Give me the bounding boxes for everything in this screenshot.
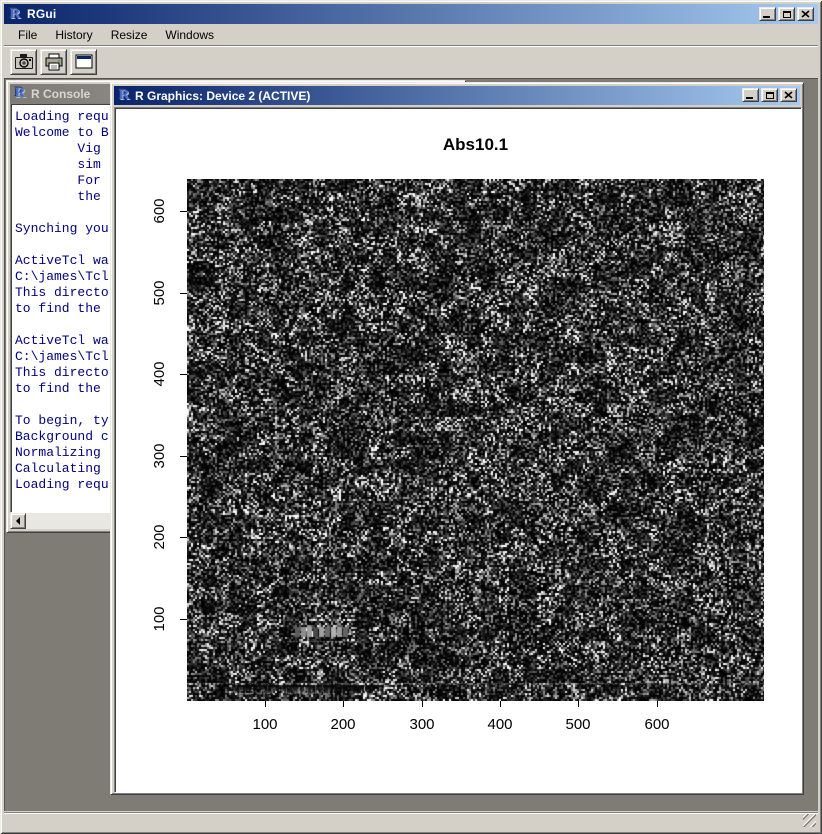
statusbar bbox=[4, 812, 818, 829]
resize-grip-icon[interactable] bbox=[803, 814, 816, 827]
scroll-left-button[interactable] bbox=[10, 513, 26, 529]
maximize-icon bbox=[783, 11, 791, 18]
graphics-window: R R Graphics: Device 2 (ACTIVE) Abs10.1 … bbox=[110, 82, 804, 795]
menu-resize[interactable]: Resize bbox=[102, 26, 157, 44]
close-icon bbox=[801, 10, 810, 18]
minimize-button[interactable] bbox=[759, 7, 776, 21]
x-tick-label: 100 bbox=[243, 716, 287, 733]
r-logo-icon: R bbox=[7, 7, 23, 22]
x-axis-tick bbox=[343, 701, 344, 707]
copy-plot-button[interactable] bbox=[10, 49, 37, 75]
rgui-application: R RGui File History Resize Windows bbox=[0, 0, 822, 834]
printer-icon bbox=[44, 53, 64, 71]
graphics-maximize-button[interactable] bbox=[761, 88, 778, 102]
window-button[interactable] bbox=[70, 49, 97, 75]
minimize-icon bbox=[763, 16, 770, 18]
x-tick-label: 400 bbox=[478, 716, 522, 733]
x-tick-label: 300 bbox=[400, 716, 444, 733]
x-axis-tick bbox=[265, 701, 266, 707]
camera-icon bbox=[14, 53, 34, 70]
main-window-title: RGui bbox=[27, 7, 56, 21]
y-axis-tick bbox=[180, 537, 187, 538]
main-titlebar[interactable]: R RGui bbox=[4, 4, 818, 24]
graphics-minimize-button[interactable] bbox=[742, 88, 759, 102]
y-axis-tick bbox=[180, 374, 187, 375]
menu-history[interactable]: History bbox=[46, 26, 101, 44]
maximize-icon bbox=[766, 92, 774, 99]
x-tick-label: 500 bbox=[556, 716, 600, 733]
x-tick-label: 600 bbox=[635, 716, 679, 733]
minimize-icon bbox=[746, 97, 753, 99]
menubar: File History Resize Windows bbox=[4, 26, 818, 44]
menu-file[interactable]: File bbox=[9, 26, 46, 44]
y-tick-label: 500 bbox=[151, 273, 167, 313]
close-icon bbox=[784, 91, 793, 99]
x-axis-tick bbox=[578, 701, 579, 707]
y-axis-tick bbox=[180, 293, 187, 294]
y-tick-label: 300 bbox=[151, 436, 167, 476]
x-tick-label: 200 bbox=[321, 716, 365, 733]
y-tick-label: 600 bbox=[151, 191, 167, 231]
r-logo-icon: R bbox=[12, 86, 28, 101]
y-tick-label: 100 bbox=[151, 599, 167, 639]
microarray-image-plot bbox=[187, 179, 764, 701]
console-window-title: R Console bbox=[31, 87, 90, 101]
x-axis-tick bbox=[422, 701, 423, 707]
graphics-close-button[interactable] bbox=[780, 88, 797, 102]
y-axis-tick bbox=[180, 456, 187, 457]
plot-title: Abs10.1 bbox=[187, 135, 764, 155]
x-axis-tick bbox=[500, 701, 501, 707]
r-logo-icon: R bbox=[116, 88, 132, 103]
y-tick-label: 200 bbox=[151, 517, 167, 557]
y-axis-tick bbox=[180, 619, 187, 620]
y-axis-tick bbox=[180, 211, 187, 212]
arrow-left-icon bbox=[16, 517, 20, 525]
maximize-button[interactable] bbox=[778, 7, 795, 21]
graphics-window-title: R Graphics: Device 2 (ACTIVE) bbox=[135, 89, 310, 103]
close-button[interactable] bbox=[797, 7, 814, 21]
toolbar bbox=[4, 45, 818, 77]
graphics-titlebar[interactable]: R R Graphics: Device 2 (ACTIVE) bbox=[114, 86, 800, 105]
window-icon bbox=[74, 53, 94, 70]
y-tick-label: 400 bbox=[151, 354, 167, 394]
print-button[interactable] bbox=[40, 49, 67, 75]
menu-windows[interactable]: Windows bbox=[156, 26, 223, 44]
x-axis-tick bbox=[657, 701, 658, 707]
